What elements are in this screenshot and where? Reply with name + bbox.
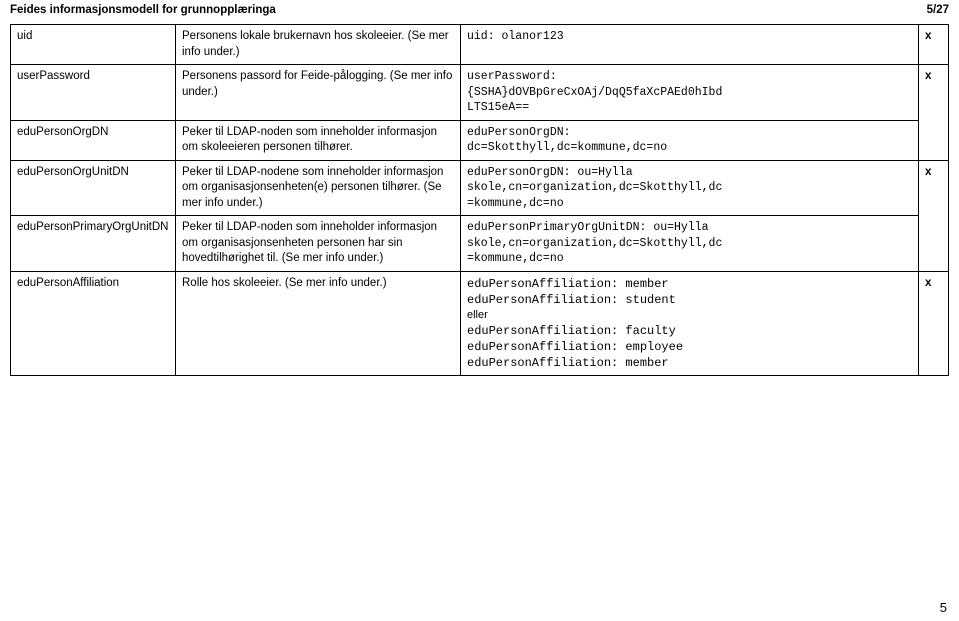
attr-name: eduPersonOrgDN bbox=[11, 120, 176, 160]
attr-desc: Rolle hos skoleeier. (Se mer info under.… bbox=[176, 271, 461, 376]
example-line: eduPersonAffiliation: faculty bbox=[467, 323, 912, 339]
attr-example: eduPersonAffiliation: member eduPersonAf… bbox=[461, 271, 919, 376]
attr-example: uid: olanor123 bbox=[461, 25, 919, 65]
attr-flag: x bbox=[919, 25, 949, 65]
attr-flag: x bbox=[919, 160, 949, 271]
attr-flag: x bbox=[919, 65, 949, 161]
attr-name: eduPersonAffiliation bbox=[11, 271, 176, 376]
example-or: eller bbox=[467, 308, 912, 323]
example-line: eduPersonAffiliation: employee bbox=[467, 339, 912, 355]
attr-desc: Personens passord for Feide-pålogging. (… bbox=[176, 65, 461, 121]
attr-flag: x bbox=[919, 271, 949, 376]
table-row: eduPersonOrgUnitDN Peker til LDAP-nodene… bbox=[11, 160, 949, 216]
table-row: uid Personens lokale brukernavn hos skol… bbox=[11, 25, 949, 65]
attr-name: uid bbox=[11, 25, 176, 65]
attr-example: eduPersonPrimaryOrgUnitDN: ou=Hylla skol… bbox=[461, 216, 919, 272]
table-row: eduPersonAffiliation Rolle hos skoleeier… bbox=[11, 271, 949, 376]
page-header: Feides informasjonsmodell for grunnopplæ… bbox=[0, 0, 959, 22]
table-row: eduPersonPrimaryOrgUnitDN Peker til LDAP… bbox=[11, 216, 949, 272]
doc-title: Feides informasjonsmodell for grunnopplæ… bbox=[10, 4, 276, 16]
page-indicator: 5/27 bbox=[927, 4, 949, 16]
attr-example: userPassword: {SSHA}dOVBpGreCxOAj/DqQ5fa… bbox=[461, 65, 919, 121]
attr-desc: Peker til LDAP-nodene som inneholder inf… bbox=[176, 160, 461, 216]
attr-example: eduPersonOrgDN: ou=Hylla skole,cn=organi… bbox=[461, 160, 919, 216]
example-line: eduPersonAffiliation: member bbox=[467, 355, 912, 371]
attr-name: eduPersonPrimaryOrgUnitDN bbox=[11, 216, 176, 272]
table-row: userPassword Personens passord for Feide… bbox=[11, 65, 949, 121]
example-line: eduPersonAffiliation: member bbox=[467, 276, 912, 292]
attribute-table: uid Personens lokale brukernavn hos skol… bbox=[10, 24, 949, 376]
attr-desc: Personens lokale brukernavn hos skoleeie… bbox=[176, 25, 461, 65]
attr-name: userPassword bbox=[11, 65, 176, 121]
attr-desc: Peker til LDAP-noden som inneholder info… bbox=[176, 120, 461, 160]
example-line: eduPersonAffiliation: student bbox=[467, 292, 912, 308]
attr-desc: Peker til LDAP-noden som inneholder info… bbox=[176, 216, 461, 272]
attr-example: eduPersonOrgDN: dc=Skotthyll,dc=kommune,… bbox=[461, 120, 919, 160]
attr-name: eduPersonOrgUnitDN bbox=[11, 160, 176, 216]
table-row: eduPersonOrgDN Peker til LDAP-noden som … bbox=[11, 120, 949, 160]
page-number: 5 bbox=[940, 600, 947, 615]
